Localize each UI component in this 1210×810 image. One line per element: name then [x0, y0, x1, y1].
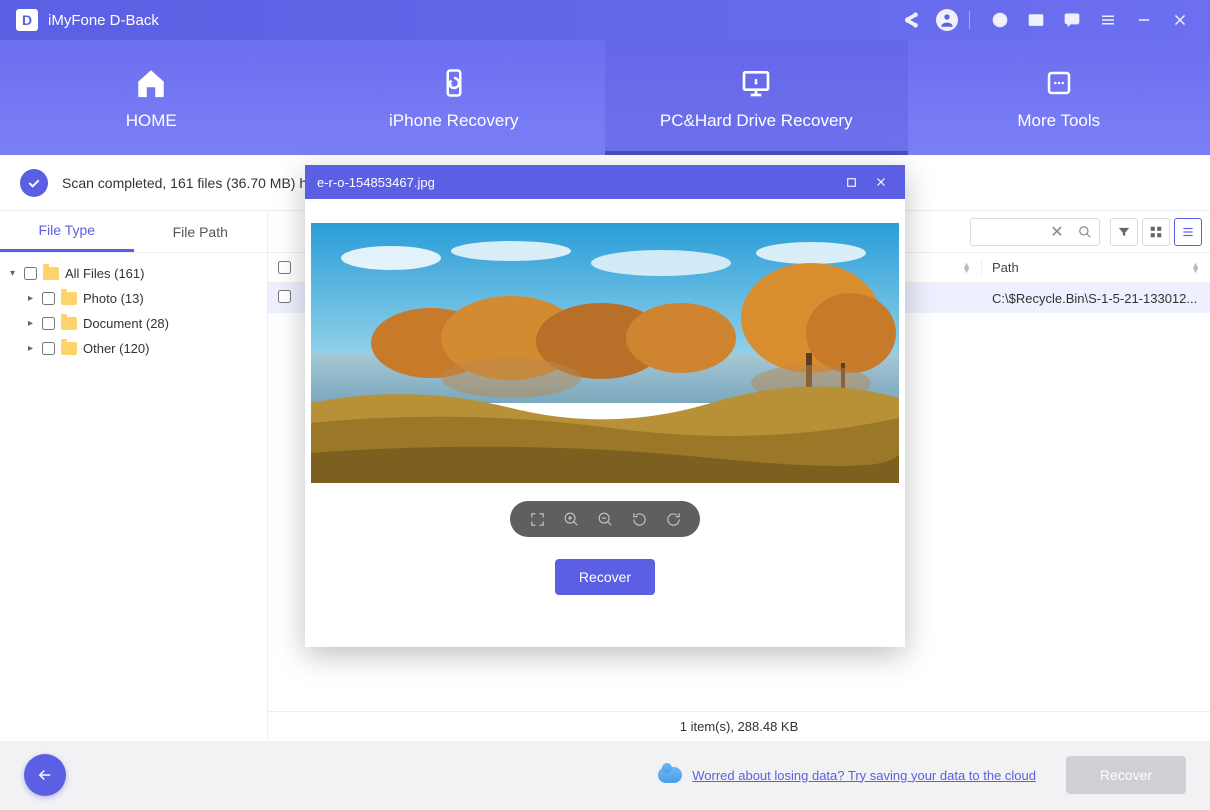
recover-button[interactable]: Recover: [1066, 756, 1186, 794]
tree-label-other: Other (120): [83, 341, 149, 356]
chevron-right-icon[interactable]: ▸: [28, 343, 42, 354]
preview-modal: e-r-o-154853467.jpg: [305, 165, 905, 647]
tree-checkbox-document[interactable]: [42, 317, 55, 330]
fullscreen-icon[interactable]: [527, 509, 547, 529]
preview-image: [311, 223, 899, 483]
account-icon[interactable]: [933, 6, 961, 34]
footer: Worred about losing data? Try saving you…: [0, 741, 1210, 809]
zoom-in-icon[interactable]: [561, 509, 581, 529]
table-header-checkbox[interactable]: [268, 261, 304, 274]
tab-more-tools[interactable]: More Tools: [908, 40, 1210, 155]
menu-icon[interactable]: [1094, 6, 1122, 34]
tree-item-document[interactable]: ▸ Document (28): [0, 311, 267, 336]
sort-icon: ▲▼: [1191, 263, 1200, 273]
file-tree: ▾ All Files (161) ▸ Photo (13) ▸ Documen…: [0, 253, 267, 369]
nav-tabs: HOME iPhone Recovery PC&Hard Drive Recov…: [0, 40, 1210, 155]
cloud-link[interactable]: Worred about losing data? Try saving you…: [692, 768, 1036, 783]
list-view-button[interactable]: [1174, 218, 1202, 246]
tree-label-all: All Files (161): [65, 266, 144, 281]
check-icon: [20, 169, 48, 197]
preview-body: Recover: [305, 199, 905, 647]
preview-toolbar: [510, 501, 700, 537]
select-all-checkbox[interactable]: [278, 261, 291, 274]
tab-more-label: More Tools: [1017, 111, 1100, 131]
close-button[interactable]: [1166, 6, 1194, 34]
app-logo: D: [16, 9, 38, 31]
preview-maximize-button[interactable]: [839, 170, 863, 194]
tree-item-photo[interactable]: ▸ Photo (13): [0, 286, 267, 311]
sidebar: File Type File Path ▾ All Files (161) ▸ …: [0, 211, 268, 741]
chevron-right-icon[interactable]: ▸: [28, 293, 42, 304]
tree-checkbox-photo[interactable]: [42, 292, 55, 305]
feedback-icon[interactable]: [1058, 6, 1086, 34]
mail-icon[interactable]: [1022, 6, 1050, 34]
folder-icon: [43, 267, 59, 280]
iphone-icon: [436, 65, 472, 101]
share-icon[interactable]: [897, 6, 925, 34]
filter-button[interactable]: [1110, 218, 1138, 246]
grid-view-button[interactable]: [1142, 218, 1170, 246]
tab-pc-recovery[interactable]: PC&Hard Drive Recovery: [605, 40, 908, 155]
tree-checkbox-other[interactable]: [42, 342, 55, 355]
settings-icon[interactable]: [986, 6, 1014, 34]
table-header-path[interactable]: Path▲▼: [982, 260, 1210, 275]
rotate-left-icon[interactable]: [629, 509, 649, 529]
clear-search-icon[interactable]: ✕: [1043, 222, 1071, 242]
home-icon: [133, 65, 169, 101]
tab-pc-label: PC&Hard Drive Recovery: [660, 111, 853, 131]
folder-icon: [61, 317, 77, 330]
minimize-button[interactable]: [1130, 6, 1158, 34]
tree-label-document: Document (28): [83, 316, 169, 331]
tree-checkbox-all[interactable]: [24, 267, 37, 280]
preview-recover-button[interactable]: Recover: [555, 559, 655, 595]
sidebar-tab-filepath[interactable]: File Path: [134, 211, 268, 252]
search-icon[interactable]: [1071, 225, 1099, 239]
tab-iphone-recovery[interactable]: iPhone Recovery: [303, 40, 606, 155]
app-title: iMyFone D-Back: [48, 12, 159, 29]
sidebar-tab-filetype[interactable]: File Type: [0, 211, 134, 252]
tab-home-label: HOME: [126, 111, 177, 131]
rotate-right-icon[interactable]: [663, 509, 683, 529]
preview-titlebar: e-r-o-154853467.jpg: [305, 165, 905, 199]
back-button[interactable]: [24, 754, 66, 796]
tree-item-other[interactable]: ▸ Other (120): [0, 336, 267, 361]
selection-status: 1 item(s), 288.48 KB: [268, 711, 1210, 741]
folder-icon: [61, 292, 77, 305]
titlebar: D iMyFone D-Back: [0, 0, 1210, 40]
folder-icon: [61, 342, 77, 355]
tree-item-all-files[interactable]: ▾ All Files (161): [0, 261, 267, 286]
cloud-promo: Worred about losing data? Try saving you…: [658, 767, 1036, 783]
more-icon: [1041, 65, 1077, 101]
chevron-down-icon[interactable]: ▾: [10, 268, 24, 279]
tab-iphone-label: iPhone Recovery: [389, 111, 518, 131]
sort-icon: ▲▼: [962, 263, 971, 273]
preview-filename: e-r-o-154853467.jpg: [317, 175, 435, 190]
tree-label-photo: Photo (13): [83, 291, 144, 306]
tab-home[interactable]: HOME: [0, 40, 303, 155]
row-checkbox[interactable]: [278, 290, 291, 303]
cloud-icon: [658, 767, 682, 783]
sidebar-tabs: File Type File Path: [0, 211, 267, 253]
preview-close-button[interactable]: [869, 170, 893, 194]
pc-icon: [738, 65, 774, 101]
row-path: C:\$Recycle.Bin\S-1-5-21-133012...: [982, 291, 1210, 306]
zoom-out-icon[interactable]: [595, 509, 615, 529]
chevron-right-icon[interactable]: ▸: [28, 318, 42, 329]
search-input[interactable]: ✕: [970, 218, 1100, 246]
